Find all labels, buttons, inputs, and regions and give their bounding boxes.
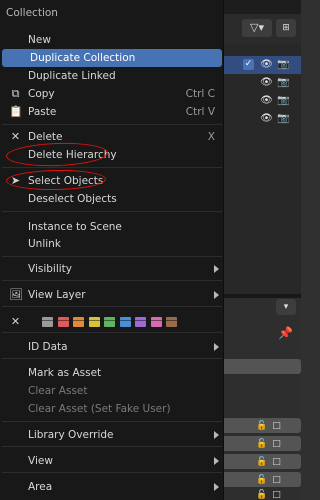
view-layer-icon: 🖼 bbox=[9, 288, 23, 301]
menu-item-label: New bbox=[28, 34, 51, 46]
editor-top-bar bbox=[224, 0, 301, 14]
shortcut-hint: Ctrl V bbox=[185, 106, 215, 118]
chevron-down-icon[interactable]: ▾ bbox=[276, 299, 296, 315]
menu-item-label: Clear Asset bbox=[28, 385, 88, 397]
menu-item-library-override[interactable]: Library Override bbox=[0, 426, 224, 444]
submenu-arrow-icon bbox=[214, 343, 219, 351]
menu-item-label: Paste bbox=[28, 106, 57, 118]
lock-icon[interactable]: 🔓□ bbox=[256, 439, 296, 449]
property-field[interactable] bbox=[224, 359, 301, 374]
menu-item-label: View Layer bbox=[28, 289, 86, 301]
menu-separator bbox=[2, 280, 222, 281]
lock-icon[interactable]: 🔓□ bbox=[256, 421, 296, 431]
color-tag-swatch[interactable] bbox=[119, 317, 131, 327]
new-collection-icon[interactable]: ⊞ bbox=[276, 19, 296, 37]
menu-separator bbox=[2, 306, 222, 307]
collection-context-menu: Collection New Duplicate Collection Dupl… bbox=[0, 0, 224, 500]
menu-item-mark-as-asset[interactable]: Mark as Asset bbox=[0, 364, 224, 382]
lock-icon[interactable]: 🔓□ bbox=[256, 457, 296, 467]
eye-icon[interactable]: 👁 bbox=[258, 113, 275, 124]
menu-item-label: Unlink bbox=[28, 238, 61, 250]
submenu-arrow-icon bbox=[214, 431, 219, 439]
menu-item-label: Mark as Asset bbox=[28, 367, 102, 379]
menu-item-id-data[interactable]: ID Data bbox=[0, 338, 224, 356]
outliner-row-toggles: 👁 📷 bbox=[258, 77, 296, 91]
menu-item-view-layer[interactable]: 🖼 View Layer bbox=[0, 286, 224, 304]
menu-separator bbox=[2, 167, 222, 168]
menu-item-view[interactable]: View bbox=[0, 452, 224, 470]
color-tag-swatch[interactable] bbox=[104, 317, 115, 327]
paste-icon: 📋 bbox=[9, 105, 23, 118]
lock-icon[interactable]: 🔓□ bbox=[256, 490, 296, 500]
shortcut-hint: Ctrl C bbox=[185, 88, 215, 100]
outliner-row-toggles: 👁 📷 bbox=[258, 95, 296, 109]
submenu-arrow-icon bbox=[214, 457, 219, 465]
menu-item-label: Area bbox=[28, 481, 53, 493]
menu-separator bbox=[2, 256, 222, 257]
color-tag-swatch[interactable] bbox=[73, 317, 84, 327]
menu-item-label: Delete bbox=[28, 131, 63, 143]
menu-item-copy[interactable]: ⧉ Copy Ctrl C bbox=[0, 85, 224, 103]
menu-item-label: Duplicate Linked bbox=[28, 70, 116, 82]
menu-separator bbox=[2, 358, 222, 359]
menu-item-clear-asset-fake-user: Clear Asset (Set Fake User) bbox=[0, 400, 224, 418]
menu-title: Collection bbox=[6, 7, 58, 19]
menu-item-instance-to-scene[interactable]: Instance to Scene bbox=[0, 218, 224, 236]
camera-icon[interactable]: 📷 bbox=[275, 113, 292, 124]
camera-icon[interactable]: 📷 bbox=[275, 59, 292, 70]
menu-item-duplicate-linked[interactable]: Duplicate Linked bbox=[0, 67, 224, 85]
color-tag-swatch[interactable] bbox=[166, 317, 177, 327]
color-tag-swatch[interactable] bbox=[57, 317, 69, 327]
menu-item-label: Library Override bbox=[28, 429, 114, 441]
menu-separator bbox=[2, 421, 222, 422]
menu-separator bbox=[2, 446, 222, 447]
checkbox-icon[interactable]: ✓ bbox=[243, 59, 254, 70]
submenu-arrow-icon bbox=[214, 265, 219, 273]
camera-icon[interactable]: 📷 bbox=[275, 95, 292, 106]
submenu-arrow-icon bbox=[214, 291, 219, 299]
menu-item-delete[interactable]: ✕ Delete X bbox=[0, 128, 224, 146]
menu-item-label: Visibility bbox=[28, 263, 73, 275]
filter-icon[interactable]: ▽▾ bbox=[242, 19, 272, 37]
menu-item-label: View bbox=[28, 455, 53, 467]
outliner-row-toggles: 👁 📷 bbox=[258, 113, 296, 127]
menu-item-label: Clear Asset (Set Fake User) bbox=[28, 403, 171, 415]
menu-item-visibility[interactable]: Visibility bbox=[0, 260, 224, 278]
lock-icon[interactable]: 🔓□ bbox=[256, 475, 296, 485]
menu-item-duplicate-collection[interactable]: Duplicate Collection bbox=[2, 49, 222, 67]
menu-item-paste[interactable]: 📋 Paste Ctrl V bbox=[0, 103, 224, 121]
menu-item-label: Duplicate Collection bbox=[30, 52, 136, 64]
menu-separator bbox=[2, 211, 222, 212]
submenu-arrow-icon bbox=[214, 483, 219, 491]
menu-separator bbox=[2, 472, 222, 473]
menu-item-clear-asset: Clear Asset bbox=[0, 382, 224, 400]
menu-item-label: ID Data bbox=[28, 341, 68, 353]
color-tag-swatch[interactable] bbox=[150, 317, 162, 327]
menu-separator bbox=[2, 332, 222, 333]
menu-item-label: Copy bbox=[28, 88, 55, 100]
color-tag-swatch[interactable] bbox=[135, 317, 146, 327]
eye-icon[interactable]: 👁 bbox=[258, 77, 275, 88]
menu-item-area[interactable]: Area bbox=[0, 478, 224, 496]
copy-icon: ⧉ bbox=[11, 87, 20, 100]
outliner-row-toggles: 👁 📷 bbox=[258, 59, 296, 73]
shortcut-hint: X bbox=[207, 131, 215, 143]
camera-icon[interactable]: 📷 bbox=[275, 77, 292, 88]
close-icon[interactable]: ✕ bbox=[9, 315, 22, 328]
menu-item-unlink[interactable]: Unlink bbox=[0, 235, 224, 253]
menu-item-label: Instance to Scene bbox=[28, 221, 122, 233]
pin-icon[interactable]: 📌 bbox=[278, 326, 293, 340]
color-tag-swatch[interactable] bbox=[88, 317, 100, 327]
eye-icon[interactable]: 👁 bbox=[258, 59, 275, 70]
eye-icon[interactable]: 👁 bbox=[258, 95, 275, 106]
menu-item-label: Deselect Objects bbox=[28, 193, 117, 205]
color-tag-swatch[interactable] bbox=[42, 317, 53, 327]
close-icon: ✕ bbox=[10, 130, 21, 143]
menu-separator bbox=[2, 124, 222, 125]
menu-item-deselect-objects[interactable]: Deselect Objects bbox=[0, 190, 224, 208]
menu-item-new[interactable]: New bbox=[0, 31, 224, 49]
